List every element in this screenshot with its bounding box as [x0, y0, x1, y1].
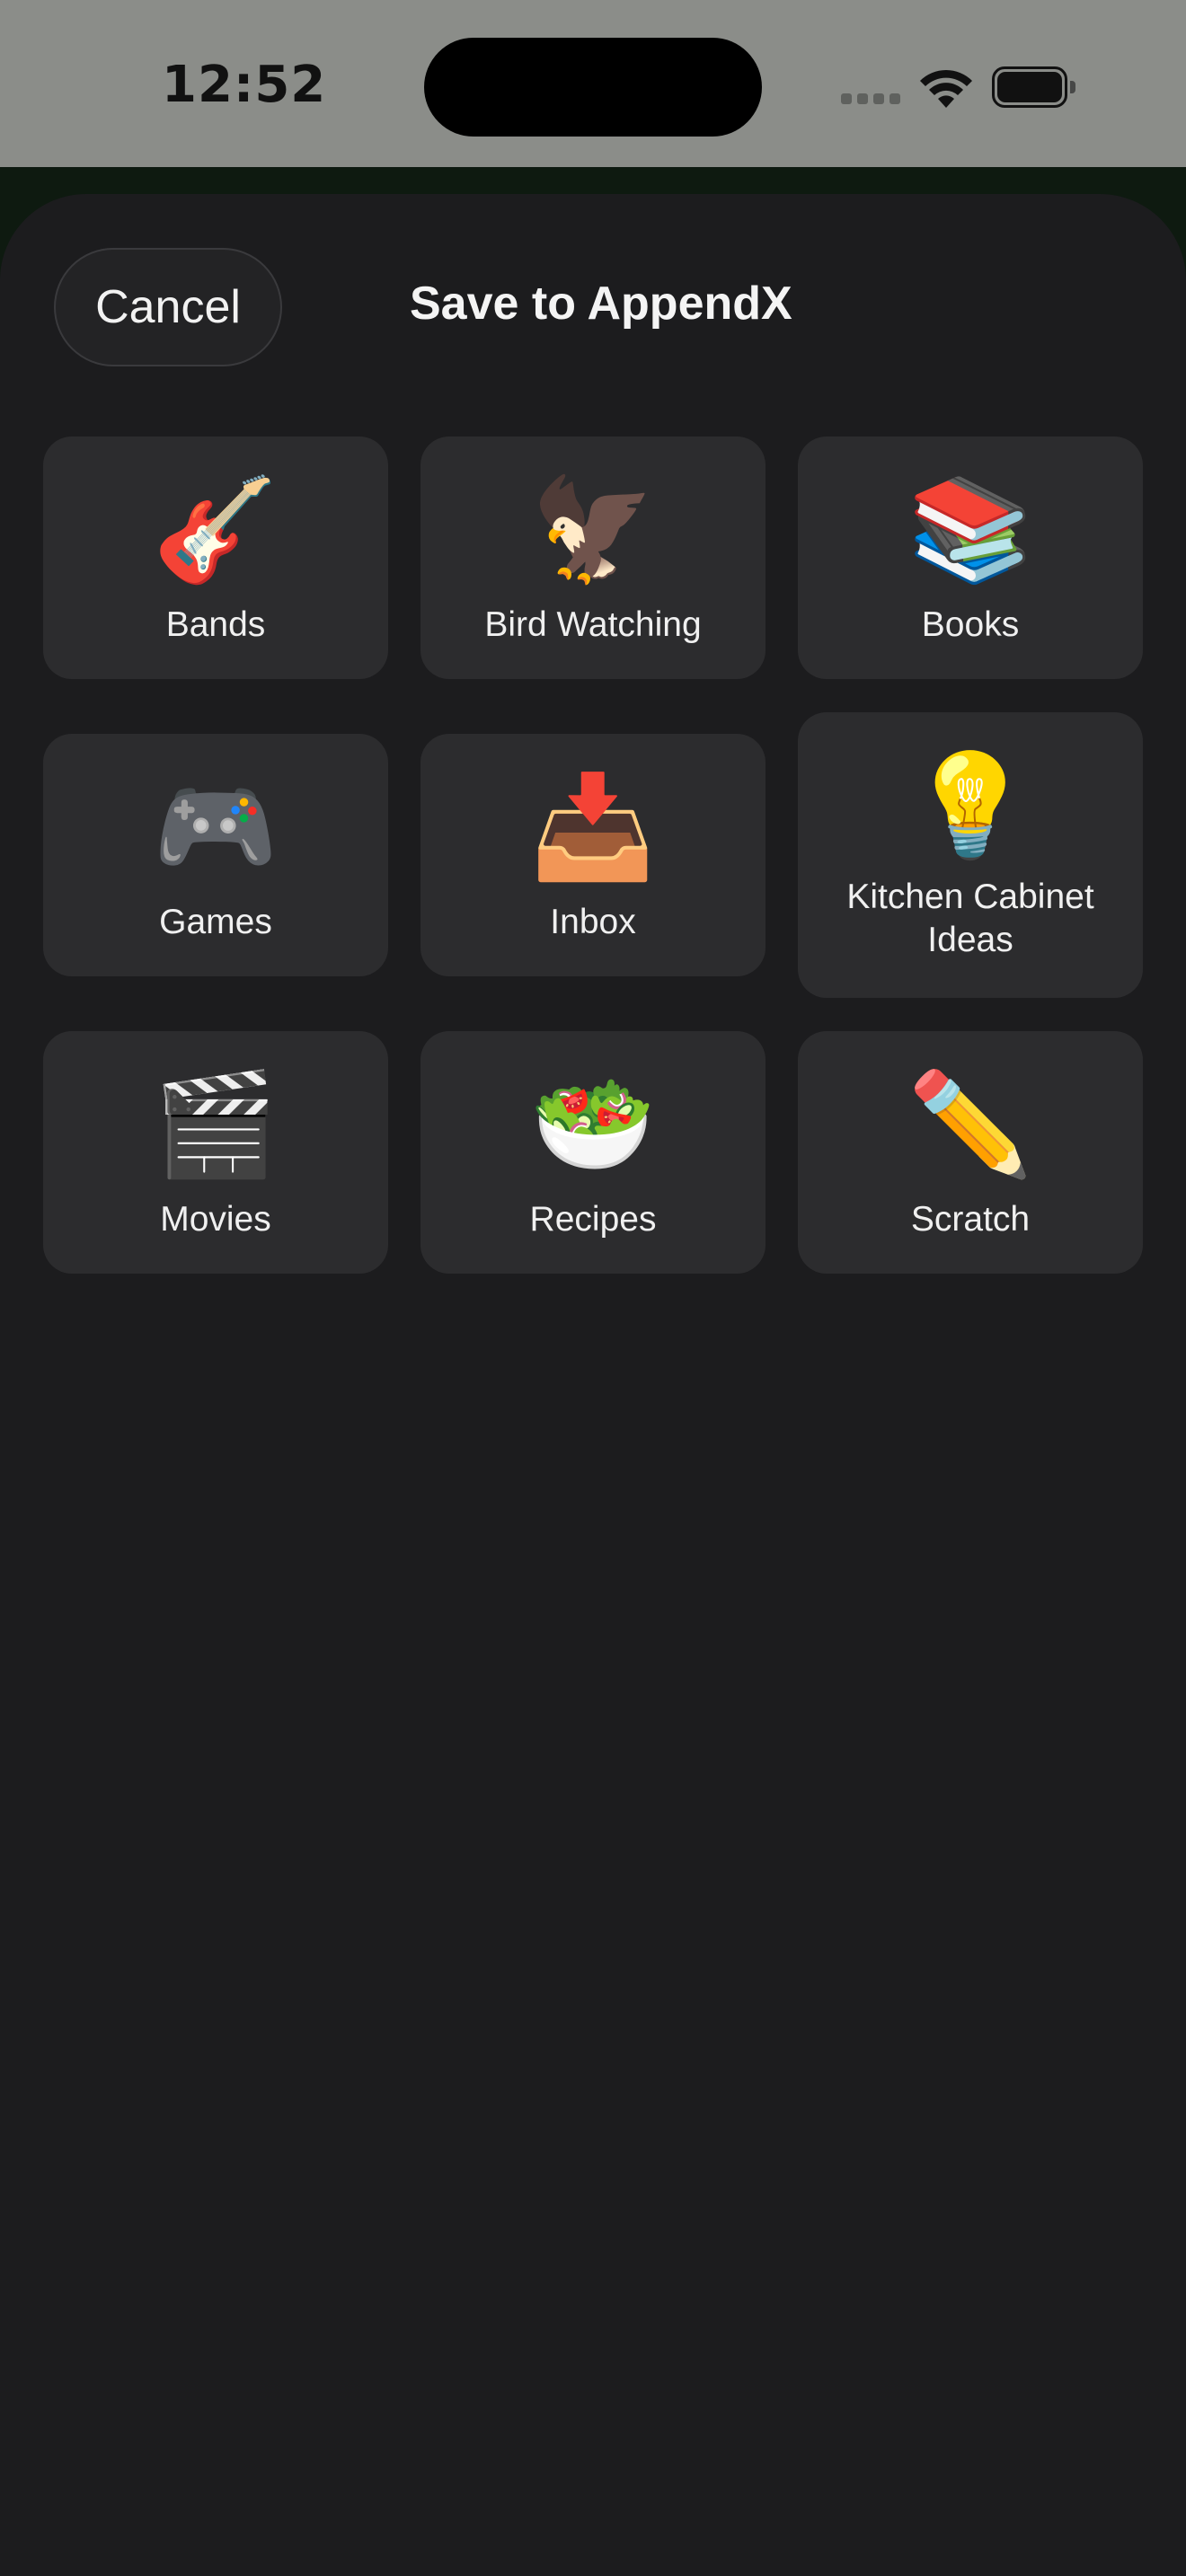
collection-label: Scratch — [910, 1200, 1031, 1239]
clapper-board-icon: 🎬 — [153, 1066, 279, 1183]
collection-tile-books[interactable]: 📚 Books — [798, 437, 1143, 679]
collection-tile-inbox[interactable]: 📥 Inbox — [420, 734, 766, 976]
guitar-icon: 🎸 — [153, 472, 279, 588]
collection-tile-recipes[interactable]: 🥗 Recipes — [420, 1031, 766, 1274]
collection-tile-bird-watching[interactable]: 🦅 Bird Watching — [420, 437, 766, 679]
save-sheet: Cancel Save to AppendX 🎸 Bands 🦅 Bird Wa… — [0, 194, 1186, 2576]
wifi-icon — [920, 69, 972, 108]
sheet-title: Save to AppendX — [410, 278, 792, 330]
light-bulb-icon: 💡 — [907, 747, 1033, 864]
collection-tile-kitchen-cabinet-ideas[interactable]: 💡 Kitchen Cabinet Ideas — [798, 712, 1143, 998]
collection-label: Books — [921, 605, 1020, 644]
collection-label: Kitchen Cabinet Ideas — [846, 878, 1094, 959]
collection-label: Bird Watching — [484, 605, 702, 644]
eagle-icon: 🦅 — [530, 472, 656, 588]
collection-label: Inbox — [550, 903, 636, 941]
collection-tile-scratch[interactable]: ✏️ Scratch — [798, 1031, 1143, 1274]
status-time: 12:52 — [162, 56, 327, 114]
battery-icon — [992, 66, 1076, 108]
collection-tile-movies[interactable]: 🎬 Movies — [43, 1031, 388, 1274]
inbox-tray-icon: 📥 — [530, 769, 656, 886]
dynamic-island — [424, 38, 762, 137]
salad-icon: 🥗 — [530, 1066, 656, 1183]
pencil-icon: ✏️ — [907, 1066, 1033, 1183]
status-bar: 12:52 — [0, 0, 1186, 167]
collection-tile-bands[interactable]: 🎸 Bands — [43, 437, 388, 679]
share-extension-screen: 12:52 Cancel Save to AppendX 🎸 Bands 🦅 B… — [0, 0, 1186, 2576]
collection-label: Recipes — [529, 1200, 657, 1239]
books-icon: 📚 — [907, 472, 1033, 588]
cancel-button[interactable]: Cancel — [54, 248, 282, 366]
collection-tile-games[interactable]: 🎮 Games — [43, 734, 388, 976]
cellular-signal-icon — [841, 93, 902, 106]
collection-label: Movies — [160, 1200, 271, 1239]
collection-label: Bands — [165, 605, 266, 644]
game-controller-icon: 🎮 — [153, 769, 279, 886]
collection-label: Games — [159, 903, 272, 941]
